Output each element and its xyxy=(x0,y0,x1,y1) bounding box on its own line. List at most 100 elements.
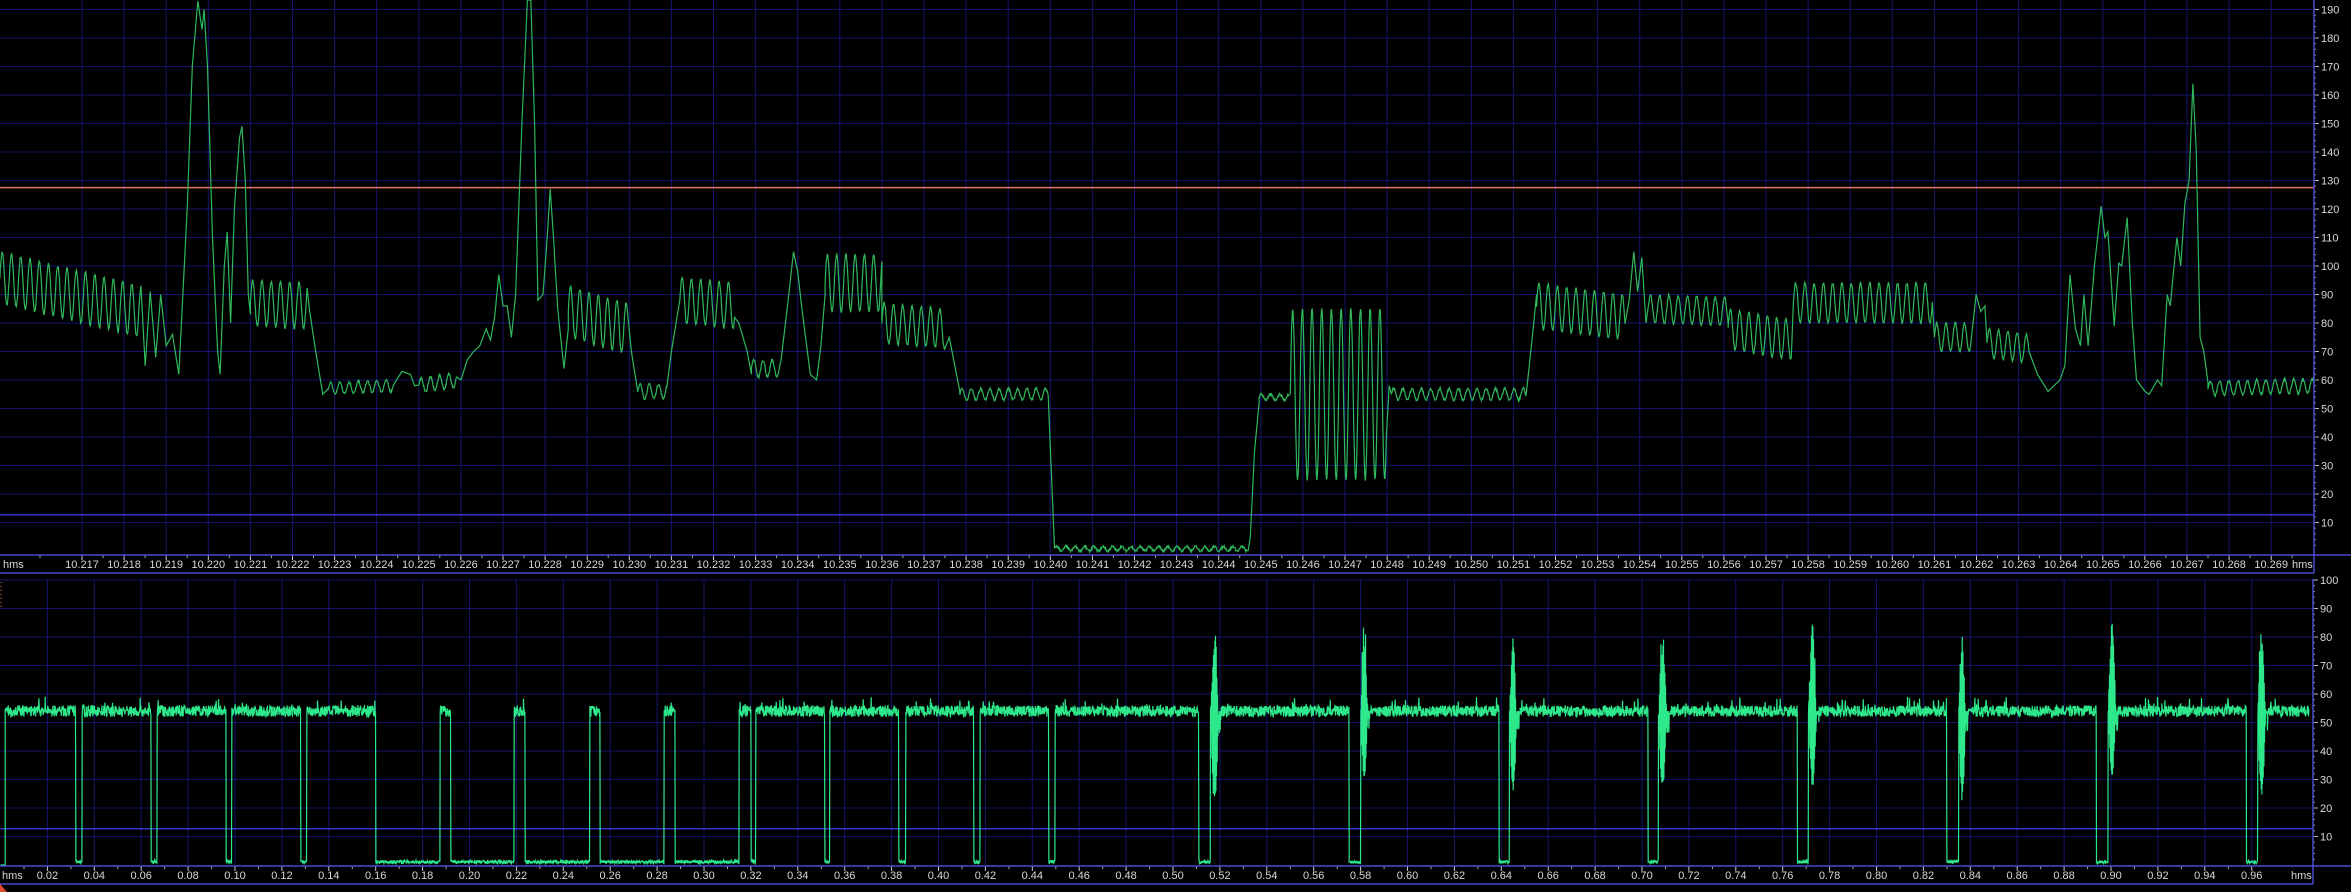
x-tick-label: 10.254 xyxy=(1623,559,1657,571)
x-tick-label: 0.82 xyxy=(1913,870,1934,882)
x-tick-label: 10.228 xyxy=(528,559,562,571)
x-tick-label: 10.219 xyxy=(149,559,183,571)
y-tick-label: 130 xyxy=(2321,176,2339,188)
x-tick-label: 0.36 xyxy=(834,870,855,882)
x-tick-label: 10.235 xyxy=(823,559,857,571)
x-tick-label: 10.223 xyxy=(318,559,352,571)
x-unit-label-right: hms xyxy=(2291,870,2312,882)
x-tick-label: 10.268 xyxy=(2212,559,2246,571)
y-tick-label: 170 xyxy=(2321,62,2339,74)
x-tick-label: 0.94 xyxy=(2194,870,2215,882)
x-tick-label: 10.265 xyxy=(2086,559,2120,571)
x-unit-label-left: hms xyxy=(3,559,24,571)
lower-chart-panel[interactable]: 10 20 30 40 50 60 70 80 90 100 0.02 0.04 0.06 0.08 0.1… xyxy=(0,575,2351,885)
x-tick-label: 0.04 xyxy=(84,870,105,882)
x-tick-label: 0.86 xyxy=(2006,870,2027,882)
x-tick-label: 10.256 xyxy=(1707,559,1741,571)
x-tick-label: 10.234 xyxy=(781,559,815,571)
x-tick-label: 0.50 xyxy=(1162,870,1183,882)
x-tick-label: 10.227 xyxy=(486,559,520,571)
x-tick-label: 0.28 xyxy=(646,870,667,882)
x-tick-label: 10.250 xyxy=(1454,559,1488,571)
x-tick-label: 0.12 xyxy=(271,870,292,882)
x-tick-label: 0.52 xyxy=(1209,870,1230,882)
cursor-marker-icon[interactable] xyxy=(0,884,7,892)
y-tick-label: 30 xyxy=(2320,775,2332,787)
x-tick-label: 10.261 xyxy=(1918,559,1952,571)
x-tick-label: 0.22 xyxy=(506,870,527,882)
x-tick-label: 0.54 xyxy=(1256,870,1277,882)
x-tick-label: 10.255 xyxy=(1665,559,1699,571)
x-tick-label: 0.48 xyxy=(1115,870,1136,882)
x-tick-label: 0.60 xyxy=(1397,870,1418,882)
x-tick-label: 10.249 xyxy=(1412,559,1446,571)
x-tick-label: 10.242 xyxy=(1118,559,1152,571)
x-tick-label: 10.217 xyxy=(65,559,99,571)
x-tick-label: 10.264 xyxy=(2044,559,2078,571)
x-tick-label: 10.231 xyxy=(655,559,689,571)
y-tick-label: 120 xyxy=(2321,204,2339,216)
x-tick-label: 10.262 xyxy=(1960,559,1994,571)
y-tick-label: 180 xyxy=(2321,33,2339,45)
x-tick-label: 10.221 xyxy=(234,559,268,571)
x-tick-label: 10.237 xyxy=(907,559,941,571)
x-tick-label: 0.26 xyxy=(599,870,620,882)
x-tick-label: 0.38 xyxy=(881,870,902,882)
x-tick-label: 10.241 xyxy=(1076,559,1110,571)
x-unit-label-left: hms xyxy=(2,870,23,882)
x-tick-label: 0.64 xyxy=(1491,870,1512,882)
x-tick-label: 10.218 xyxy=(107,559,141,571)
y-tick-label: 100 xyxy=(2320,575,2338,587)
x-tick-label: 0.06 xyxy=(130,870,151,882)
x-tick-label: 0.34 xyxy=(787,870,808,882)
x-tick-label: 0.40 xyxy=(928,870,949,882)
x-tick-label: 0.66 xyxy=(1537,870,1558,882)
x-tick-label: 0.84 xyxy=(1960,870,1981,882)
x-tick-label: 10.247 xyxy=(1328,559,1362,571)
x-tick-label: 10.246 xyxy=(1286,559,1320,571)
x-tick-label: 10.267 xyxy=(2170,559,2204,571)
x-tick-label: 10.233 xyxy=(739,559,773,571)
x-tick-label: 0.58 xyxy=(1350,870,1371,882)
x-tick-label: 10.236 xyxy=(865,559,899,571)
x-tick-label: 0.90 xyxy=(2100,870,2121,882)
upper-chart-panel[interactable]: 10 20 30 40 50 60 70 80 90 100 110 120 130 140 150 160 1… xyxy=(0,0,2351,574)
x-unit-label-right: hms xyxy=(2292,559,2313,571)
y-tick-label: 20 xyxy=(2321,489,2333,501)
x-tick-label: 0.74 xyxy=(1725,870,1746,882)
x-tick-label: 10.229 xyxy=(570,559,604,571)
x-tick-label: 0.78 xyxy=(1819,870,1840,882)
x-tick-label: 10.224 xyxy=(360,559,394,571)
x-tick-label: 10.226 xyxy=(444,559,478,571)
x-tick-label: 10.222 xyxy=(276,559,310,571)
y-tick-label: 10 xyxy=(2321,518,2333,530)
x-tick-label: 0.68 xyxy=(1584,870,1605,882)
x-tick-label: 0.80 xyxy=(1866,870,1887,882)
x-tick-label: 10.257 xyxy=(1749,559,1783,571)
x-tick-label: 0.92 xyxy=(2147,870,2168,882)
y-tick-label: 40 xyxy=(2320,746,2332,758)
y-tick-label: 160 xyxy=(2321,90,2339,102)
x-tick-label: 10.243 xyxy=(1160,559,1194,571)
x-tick-label: 0.56 xyxy=(1303,870,1324,882)
x-tick-label: 0.32 xyxy=(740,870,761,882)
x-tick-label: 0.08 xyxy=(177,870,198,882)
y-tick-label: 50 xyxy=(2321,404,2333,416)
x-tick-label: 0.02 xyxy=(37,870,58,882)
y-tick-label: 20 xyxy=(2320,803,2332,815)
y-tick-label: 60 xyxy=(2321,375,2333,387)
x-tick-label: 10.252 xyxy=(1539,559,1573,571)
x-tick-label: 10.248 xyxy=(1370,559,1404,571)
x-tick-label: 0.76 xyxy=(1772,870,1793,882)
y-tick-label: 40 xyxy=(2321,432,2333,444)
y-tick-label: 60 xyxy=(2320,689,2332,701)
x-tick-label: 10.220 xyxy=(191,559,225,571)
x-tick-label: 0.18 xyxy=(412,870,433,882)
y-tick-label: 190 xyxy=(2321,5,2339,17)
x-tick-label: 0.42 xyxy=(975,870,996,882)
y-tick-label: 140 xyxy=(2321,147,2339,159)
y-tick-label: 80 xyxy=(2320,632,2332,644)
y-tick-label: 150 xyxy=(2321,119,2339,131)
y-tick-label: 50 xyxy=(2320,718,2332,730)
x-tick-label: 10.239 xyxy=(991,559,1025,571)
